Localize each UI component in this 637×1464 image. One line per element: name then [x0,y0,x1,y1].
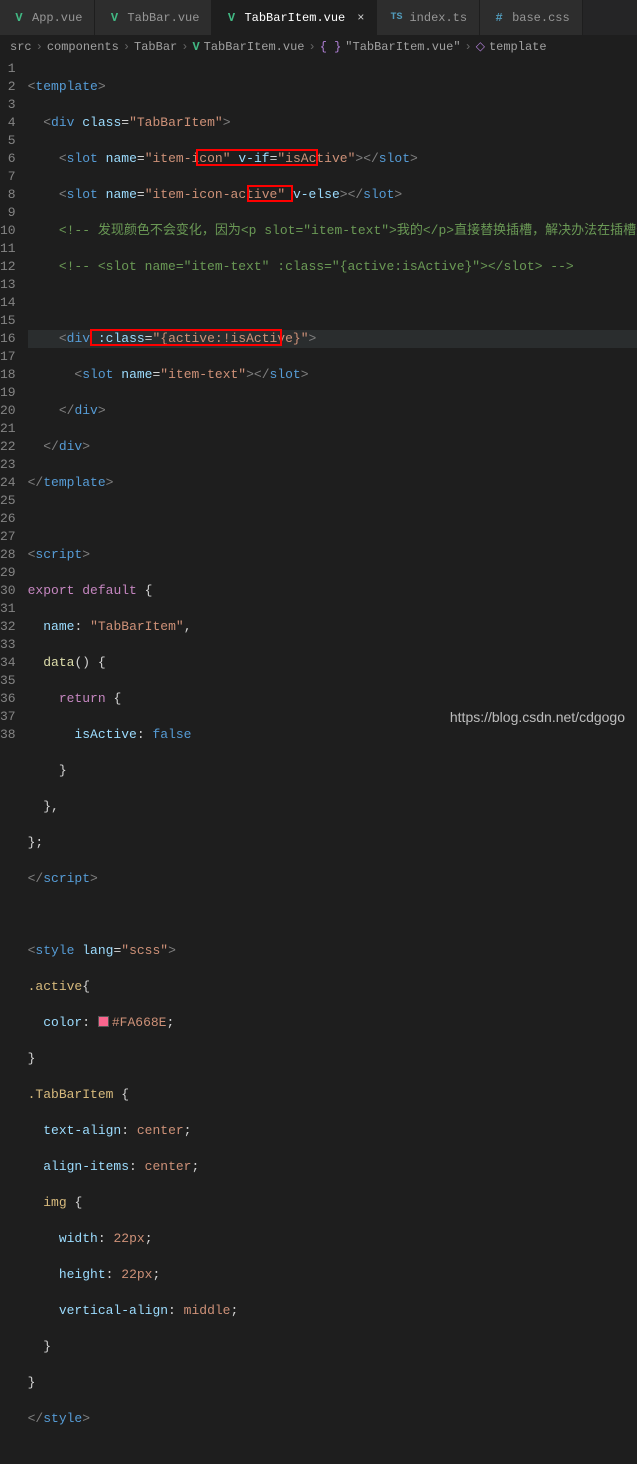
breadcrumb-item[interactable]: VTabBarItem.vue [192,40,304,54]
close-icon[interactable]: × [357,11,364,25]
line-number: 35 [0,672,16,690]
watermark-text: https://blog.csdn.net/cdgogo [450,709,625,725]
line-number: 33 [0,636,16,654]
tab-label: TabBarItem.vue [244,11,345,25]
line-number: 26 [0,510,16,528]
line-number: 20 [0,402,16,420]
line-number: 8 [0,186,16,204]
chevron-right-icon: › [36,40,43,54]
line-number: 4 [0,114,16,132]
cube-icon: ◇ [476,39,485,54]
line-number: 17 [0,348,16,366]
ts-icon: TS [389,11,403,25]
tab-index-ts[interactable]: TS index.ts [377,0,480,35]
breadcrumb-item[interactable]: ◇ template [476,39,547,54]
line-number: 30 [0,582,16,600]
tab-app-vue[interactable]: V App.vue [0,0,95,35]
vue-icon: V [224,11,238,25]
line-number: 3 [0,96,16,114]
breadcrumb-item[interactable]: { } "TabBarItem.vue" [320,40,461,54]
line-number: 23 [0,456,16,474]
line-number: 24 [0,474,16,492]
tab-label: TabBar.vue [127,11,199,25]
line-number: 2 [0,78,16,96]
line-number: 16 [0,330,16,348]
breadcrumb-item[interactable]: components [47,40,119,54]
vue-icon: V [12,11,26,25]
code-editor[interactable]: 1 2 3 4 5 6 7 8 9 10 11 12 13 14 15 16 1… [0,58,637,716]
line-number: 21 [0,420,16,438]
line-number: 28 [0,546,16,564]
chevron-right-icon: › [308,40,315,54]
line-number: 13 [0,276,16,294]
css-icon: # [492,11,506,25]
line-number: 12 [0,258,16,276]
tab-base-css[interactable]: # base.css [480,0,583,35]
line-number: 14 [0,294,16,312]
line-number: 11 [0,240,16,258]
line-number: 25 [0,492,16,510]
line-number: 32 [0,618,16,636]
tab-label: base.css [512,11,570,25]
line-number: 6 [0,150,16,168]
tab-label: index.ts [409,11,467,25]
chevron-right-icon: › [123,40,130,54]
code-area[interactable]: <template> <div class="TabBarItem"> <slo… [28,58,637,716]
chevron-right-icon: › [465,40,472,54]
tab-tabbar-vue[interactable]: V TabBar.vue [95,0,212,35]
line-number: 38 [0,726,16,744]
line-number: 15 [0,312,16,330]
line-number: 18 [0,366,16,384]
line-number: 36 [0,690,16,708]
line-number: 9 [0,204,16,222]
vue-icon: V [192,40,199,54]
line-number: 37 [0,708,16,726]
color-swatch [98,1016,109,1027]
breadcrumb: src › components › TabBar › VTabBarItem.… [0,35,637,58]
line-number: 29 [0,564,16,582]
line-number: 7 [0,168,16,186]
chevron-right-icon: › [181,40,188,54]
line-number: 1 [0,60,16,78]
tab-tabbaritem-vue[interactable]: V TabBarItem.vue × [212,0,377,35]
vue-icon: V [107,11,121,25]
line-number: 31 [0,600,16,618]
line-number: 5 [0,132,16,150]
breadcrumb-item[interactable]: src [10,40,32,54]
editor-tabs: V App.vue V TabBar.vue V TabBarItem.vue … [0,0,637,35]
line-number: 27 [0,528,16,546]
line-number: 10 [0,222,16,240]
tab-label: App.vue [32,11,82,25]
line-number: 19 [0,384,16,402]
line-number: 22 [0,438,16,456]
line-gutter: 1 2 3 4 5 6 7 8 9 10 11 12 13 14 15 16 1… [0,58,28,716]
breadcrumb-item[interactable]: TabBar [134,40,177,54]
line-number: 34 [0,654,16,672]
braces-icon: { } [320,40,342,54]
